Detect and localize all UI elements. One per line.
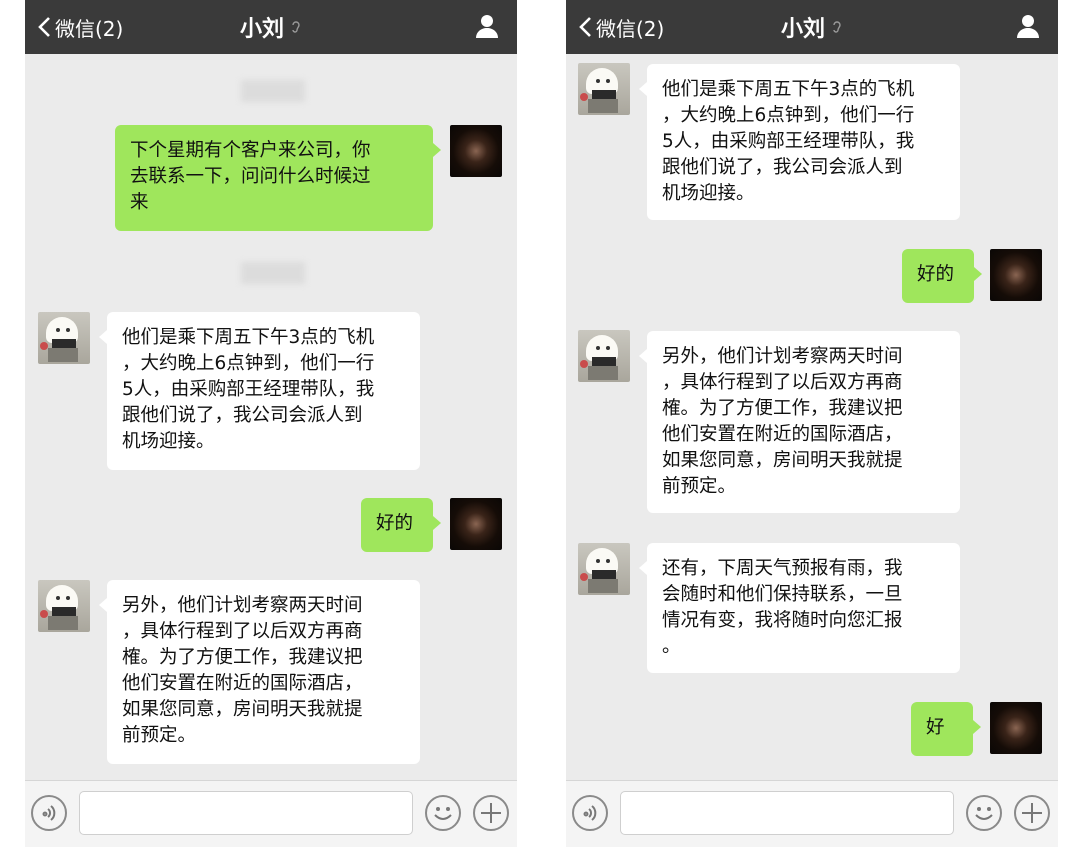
- message-line: 好的: [376, 513, 414, 534]
- message-line: 。: [662, 636, 681, 657]
- message-input[interactable]: [620, 791, 954, 835]
- contact-avatar[interactable]: [578, 543, 630, 595]
- input-bar: [25, 780, 517, 847]
- message-line: 5人，由采购部王经理带队，我: [122, 379, 375, 400]
- message-line: 会随时和他们保持联系，一旦: [662, 584, 903, 605]
- message-line: 前预定。: [662, 476, 737, 497]
- back-button[interactable]: 微信(2): [37, 0, 123, 54]
- profile-icon[interactable]: [473, 12, 501, 40]
- message-line: 去联系一下，问问什么时候过: [130, 166, 371, 187]
- my-avatar[interactable]: [450, 125, 502, 177]
- message-bubble-received[interactable]: 他们是乘下周五下午3点的飞机 ，大约晚上6点钟到，他们一行 5人，由采购部王经理…: [639, 64, 960, 220]
- message-line: 下个星期有个客户来公司，你: [130, 140, 371, 161]
- message-line: 他们安置在附近的国际酒店，: [662, 424, 903, 445]
- message-bubble-received[interactable]: 还有，下周天气预报有雨，我 会随时和他们保持联系，一旦 情况有变，我将随时向您汇…: [639, 543, 960, 673]
- ear-icon: [833, 21, 841, 33]
- voice-icon: [42, 805, 56, 821]
- message-line: 如果您同意，房间明天我就提: [662, 450, 903, 471]
- message-line: ，大约晚上6点钟到，他们一行: [662, 105, 915, 126]
- chevron-left-icon: [579, 17, 591, 37]
- message-bubble-received[interactable]: 另外，他们计划考察两天时间 ，具体行程到了以后双方再商 榷。为了方便工作，我建议…: [639, 331, 960, 513]
- message-line: ，具体行程到了以后双方再商: [662, 372, 903, 393]
- message-line: ，具体行程到了以后双方再商: [122, 621, 363, 642]
- contact-avatar[interactable]: [38, 580, 90, 632]
- more-button[interactable]: [1014, 795, 1050, 831]
- plus-icon: [1022, 803, 1042, 823]
- message-line: 他们是乘下周五下午3点的飞机: [122, 327, 375, 348]
- message-line: 好的: [917, 264, 955, 285]
- message-line: 机场迎接。: [662, 183, 755, 204]
- message-bubble-received[interactable]: 他们是乘下周五下午3点的飞机 ，大约晚上6点钟到，他们一行 5人，由采购部王经理…: [99, 312, 420, 470]
- voice-button[interactable]: [572, 795, 608, 831]
- message-line: 榷。为了方便工作，我建议把: [122, 647, 363, 668]
- message-bubble-received[interactable]: 另外，他们计划考察两天时间 ，具体行程到了以后双方再商 榷。为了方便工作，我建议…: [99, 580, 420, 764]
- contact-avatar[interactable]: [578, 63, 630, 115]
- my-avatar[interactable]: [450, 498, 502, 550]
- contact-name: 小刘: [780, 17, 825, 42]
- profile-icon[interactable]: [1014, 12, 1042, 40]
- contact-avatar[interactable]: [578, 330, 630, 382]
- emoji-icon: [975, 807, 993, 820]
- message-line: 跟他们说了，我公司会派人到: [122, 405, 363, 426]
- message-bubble-sent[interactable]: 下个星期有个客户来公司，你 去联系一下，问问什么时候过 来: [115, 125, 441, 231]
- message-line: 还有，下周天气预报有雨，我: [662, 558, 903, 579]
- back-label: 微信(2): [596, 16, 665, 41]
- message-line: 跟他们说了，我公司会派人到: [662, 157, 903, 178]
- message-line: 他们是乘下周五下午3点的飞机: [662, 79, 915, 100]
- timestamp-blurred: [241, 80, 305, 102]
- message-line: 5人，由采购部王经理带队，我: [662, 131, 915, 152]
- message-input[interactable]: [79, 791, 413, 835]
- message-line: 他们安置在附近的国际酒店，: [122, 673, 363, 694]
- back-button[interactable]: 微信(2): [578, 0, 664, 54]
- voice-icon: [583, 805, 597, 821]
- chevron-left-icon: [38, 17, 50, 37]
- message-line: 另外，他们计划考察两天时间: [122, 595, 363, 616]
- back-label: 微信(2): [55, 16, 124, 41]
- message-line: 来: [130, 192, 149, 213]
- more-button[interactable]: [473, 795, 509, 831]
- header-bar: 小刘 微信(2): [25, 0, 517, 54]
- timestamp-blurred: [241, 262, 305, 284]
- message-bubble-sent[interactable]: 好的: [902, 249, 982, 303]
- message-line: ，大约晚上6点钟到，他们一行: [122, 353, 375, 374]
- message-bubble-sent[interactable]: 好的: [361, 498, 441, 552]
- input-bar: [566, 780, 1058, 847]
- my-avatar[interactable]: [990, 249, 1042, 301]
- message-line: 如果您同意，房间明天我就提: [122, 699, 363, 720]
- contact-avatar[interactable]: [38, 312, 90, 364]
- message-line: 榷。为了方便工作，我建议把: [662, 398, 903, 419]
- chat-screen-right: 小刘 微信(2) 他们是乘下周五下午3点的飞机 ，大约晚上6点钟到，他们一行 5…: [566, 0, 1058, 847]
- emoji-icon: [434, 807, 452, 820]
- message-line: 前预定。: [122, 725, 197, 746]
- message-line: 好: [926, 717, 945, 738]
- chat-screen-left: 小刘 微信(2) 下个星期有个客户来公司，你 去联系一下，问问什么时候过 来 他…: [25, 0, 517, 847]
- message-line: 情况有变，我将随时向您汇报: [662, 610, 903, 631]
- emoji-button[interactable]: [425, 795, 461, 831]
- message-line: 机场迎接。: [122, 431, 215, 452]
- voice-button[interactable]: [31, 795, 67, 831]
- contact-name: 小刘: [239, 17, 284, 42]
- ear-icon: [292, 21, 300, 33]
- plus-icon: [481, 803, 501, 823]
- header-bar: 小刘 微信(2): [566, 0, 1058, 54]
- emoji-button[interactable]: [966, 795, 1002, 831]
- my-avatar[interactable]: [990, 702, 1042, 754]
- message-bubble-sent[interactable]: 好: [911, 702, 981, 756]
- message-line: 另外，他们计划考察两天时间: [662, 346, 903, 367]
